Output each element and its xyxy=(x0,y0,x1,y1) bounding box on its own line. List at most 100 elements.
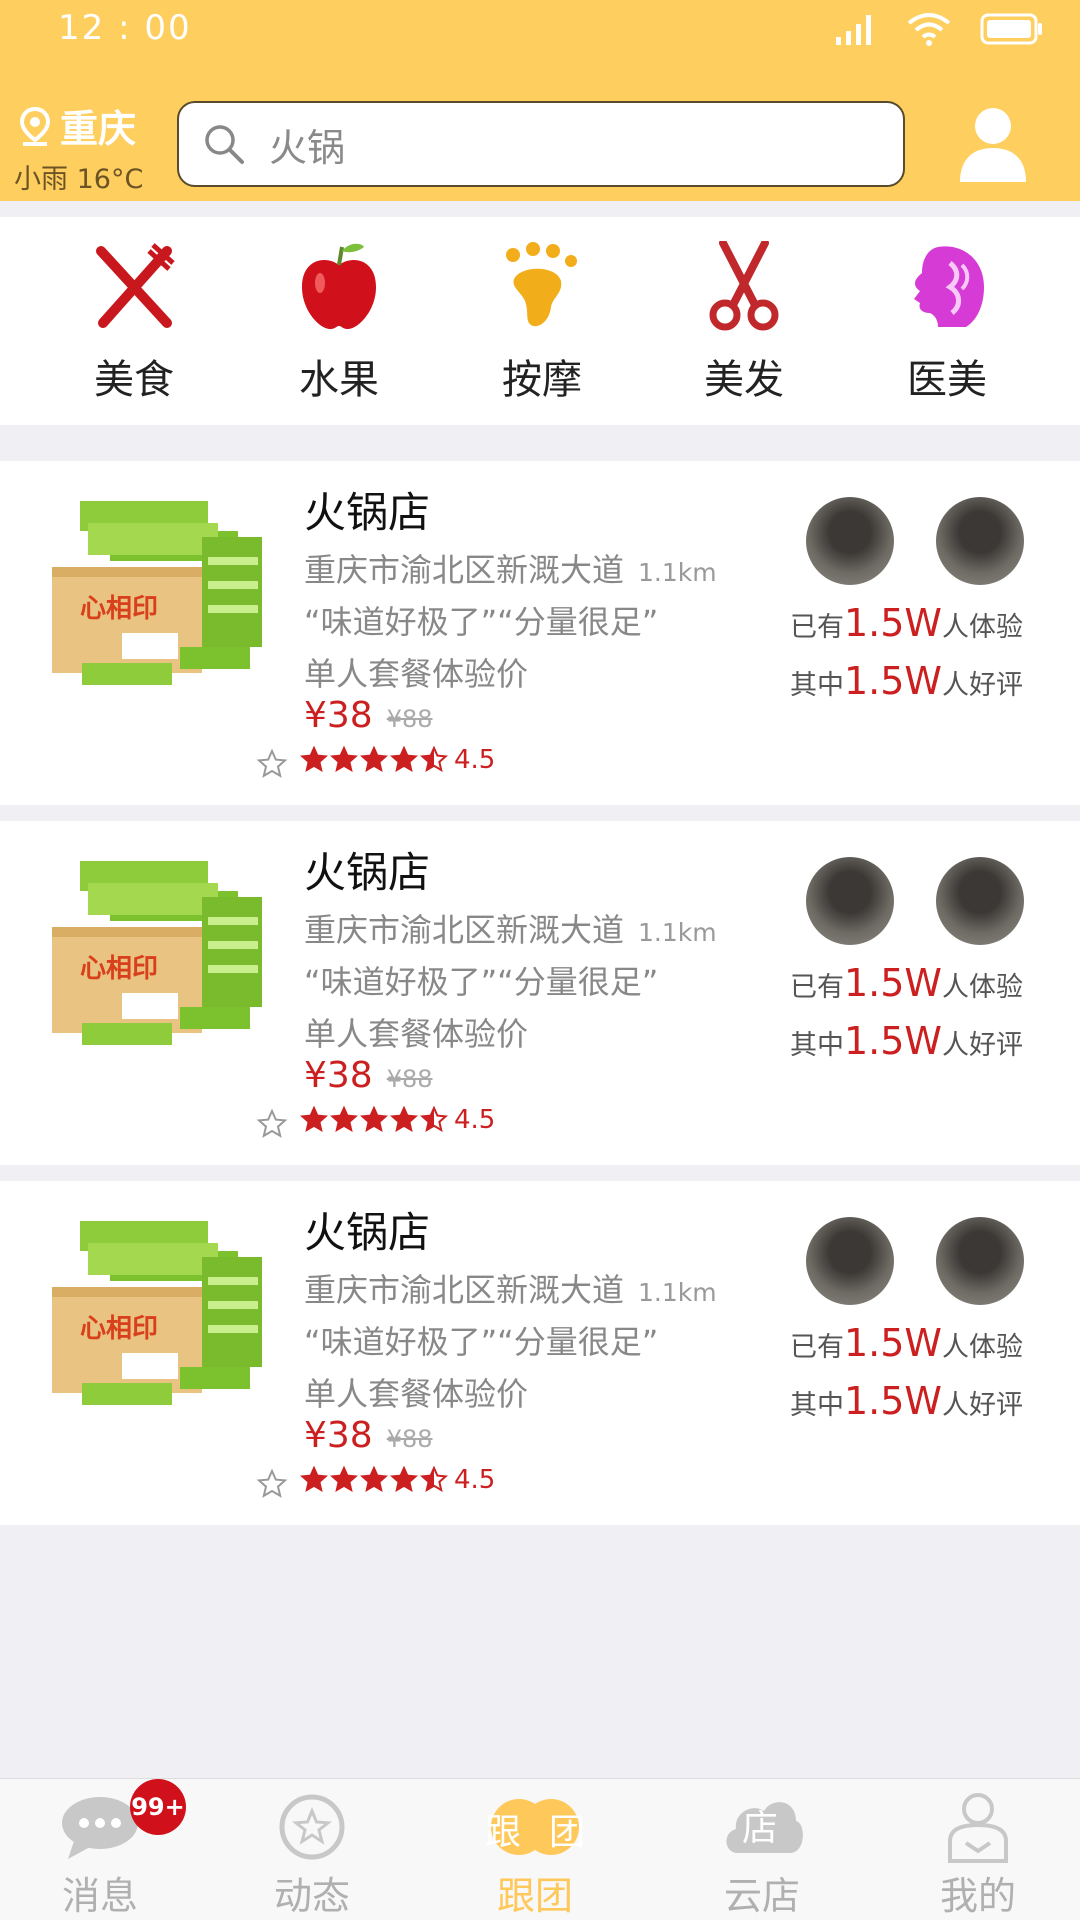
rating-star-icon xyxy=(420,1106,448,1133)
rating-star-icon xyxy=(330,1466,358,1493)
stat-suffix: 人体验 xyxy=(942,1332,1024,1363)
stat-suffix: 人好评 xyxy=(942,1030,1024,1061)
good-review-stat: 其中1.5W人好评 xyxy=(790,659,1070,703)
shop-address: 重庆市渝北区新溉大道 1.1km xyxy=(304,1265,717,1311)
product-image: 心相印 xyxy=(52,861,262,1045)
group-tour-icon-char-1: 跟 xyxy=(485,1812,522,1853)
wifi-icon xyxy=(907,13,951,46)
deal-description: 单人套餐体验价 xyxy=(304,1015,529,1053)
status-time: 12 : 00 xyxy=(58,8,192,48)
battery-icon xyxy=(980,13,1042,45)
category-fruit[interactable]: 水果 xyxy=(269,217,409,425)
stat-prefix: 其中 xyxy=(790,1390,844,1421)
tab-cloud-store[interactable]: 店 云店 xyxy=(682,1779,842,1920)
stat-prefix: 已有 xyxy=(790,1332,844,1363)
rating-star-icon xyxy=(300,1106,328,1133)
listing-card[interactable]: 心相印 火锅店 重庆市渝北区新溉大道 1.1km “味道好极了”“分量很足” 单人… xyxy=(0,821,1080,1165)
tab-feed[interactable]: 动态 xyxy=(232,1779,392,1920)
user-avatar[interactable] xyxy=(806,1217,894,1305)
location-pin-icon xyxy=(19,106,51,146)
foot-icon xyxy=(506,242,577,327)
stat-count: 1.5W xyxy=(844,601,943,645)
favorite-star-icon[interactable] xyxy=(256,1468,288,1500)
star-circle-icon xyxy=(279,1794,345,1860)
tab-profile[interactable]: 我的 xyxy=(898,1779,1058,1920)
category-label: 美发 xyxy=(704,357,784,403)
category-medical-beauty[interactable]: 医美 xyxy=(877,217,1017,425)
rating-star-icon xyxy=(330,1106,358,1133)
listing-card[interactable]: 心相印 火锅店 重庆市渝北区新溉大道 1.1km “味道好极了”“分量很足” 单人… xyxy=(0,461,1080,805)
original-price: ¥88 xyxy=(386,1425,433,1453)
shop-address: 重庆市渝北区新溉大道 1.1km xyxy=(304,905,717,951)
search-bar[interactable]: 火锅 xyxy=(177,101,905,187)
user-avatar[interactable] xyxy=(806,857,894,945)
stat-prefix: 其中 xyxy=(790,670,844,701)
price-row: ¥38 ¥88 xyxy=(304,1415,433,1456)
price-row: ¥38 ¥88 xyxy=(304,1055,433,1096)
stat-count: 1.5W xyxy=(844,1019,943,1063)
rating-star-icon xyxy=(420,1466,448,1493)
good-review-stat: 其中1.5W人好评 xyxy=(790,1019,1070,1063)
rating-value: 4.5 xyxy=(454,1465,496,1495)
category-label: 水果 xyxy=(299,357,379,403)
profile-icon[interactable] xyxy=(958,104,1028,184)
stat-count: 1.5W xyxy=(844,1321,943,1365)
tab-group-tour[interactable]: 跟 团 跟团 xyxy=(455,1779,615,1920)
header: 12 : 00 重庆 小雨 16°C 火锅 xyxy=(0,0,1080,201)
tab-label: 云店 xyxy=(723,1874,800,1918)
rating-star-icon xyxy=(420,746,448,773)
rating-star-icon xyxy=(300,746,328,773)
weather-text: 小雨 16°C xyxy=(14,164,144,195)
user-avatar[interactable] xyxy=(806,497,894,585)
category-massage[interactable]: 按摩 xyxy=(472,217,612,425)
stat-prefix: 其中 xyxy=(790,1030,844,1061)
favorite-star-icon[interactable] xyxy=(256,748,288,780)
group-tour-icon-char-2: 团 xyxy=(549,1812,586,1853)
tab-messages[interactable]: 99+ 消息 xyxy=(20,1779,186,1920)
user-avatar[interactable] xyxy=(936,1217,1024,1305)
tab-label: 我的 xyxy=(939,1874,1016,1918)
rating-value: 4.5 xyxy=(454,1105,496,1135)
address-text: 重庆市渝北区新溉大道 xyxy=(304,911,625,949)
tab-label: 动态 xyxy=(273,1874,350,1918)
shop-name[interactable]: 火锅店 xyxy=(304,479,430,540)
svg-text:心相印: 心相印 xyxy=(80,1314,158,1344)
rating: 4.5 xyxy=(300,1465,495,1495)
face-profile-icon xyxy=(914,246,984,327)
distance-text: 1.1km xyxy=(638,558,717,587)
category-food[interactable]: 美食 xyxy=(64,217,204,425)
rating-stars xyxy=(300,1106,448,1134)
favorite-star-icon[interactable] xyxy=(256,1108,288,1140)
user-avatar[interactable] xyxy=(936,497,1024,585)
stat-suffix: 人好评 xyxy=(942,1390,1024,1421)
location-selector[interactable]: 重庆 小雨 16°C xyxy=(14,98,164,196)
category-label: 美食 xyxy=(94,357,174,403)
category-row: 美食 水果 按摩 美发 医美 xyxy=(0,217,1080,425)
price-row: ¥38 ¥88 xyxy=(304,695,433,736)
review-quote: “味道好极了”“分量很足” xyxy=(304,963,659,1001)
rating-star-icon xyxy=(300,1466,328,1493)
search-icon xyxy=(205,125,244,164)
category-label: 按摩 xyxy=(502,357,582,403)
experience-stat: 已有1.5W人体验 xyxy=(790,961,1070,1005)
listing-card[interactable]: 心相印 火锅店 重庆市渝北区新溉大道 1.1km “味道好极了”“分量很足” 单人… xyxy=(0,1181,1080,1525)
shop-address: 重庆市渝北区新溉大道 1.1km xyxy=(304,545,717,591)
review-quote: “味道好极了”“分量很足” xyxy=(304,603,659,641)
user-avatar[interactable] xyxy=(936,857,1024,945)
cloud-store-icon-char: 店 xyxy=(742,1808,779,1849)
stat-count: 1.5W xyxy=(844,1379,943,1423)
rating: 4.5 xyxy=(300,745,495,775)
user-icon xyxy=(948,1793,1008,1863)
original-price: ¥88 xyxy=(386,705,433,733)
original-price: ¥88 xyxy=(386,1065,433,1093)
search-input[interactable]: 火锅 xyxy=(269,117,345,172)
rating-star-icon xyxy=(360,746,388,773)
rating-star-icon xyxy=(330,746,358,773)
price: ¥38 xyxy=(304,1055,373,1096)
signal-icon xyxy=(836,15,871,45)
shop-name[interactable]: 火锅店 xyxy=(304,1199,430,1260)
shop-name[interactable]: 火锅店 xyxy=(304,839,430,900)
address-text: 重庆市渝北区新溉大道 xyxy=(304,551,625,589)
good-review-stat: 其中1.5W人好评 xyxy=(790,1379,1070,1423)
category-hair[interactable]: 美发 xyxy=(674,217,814,425)
